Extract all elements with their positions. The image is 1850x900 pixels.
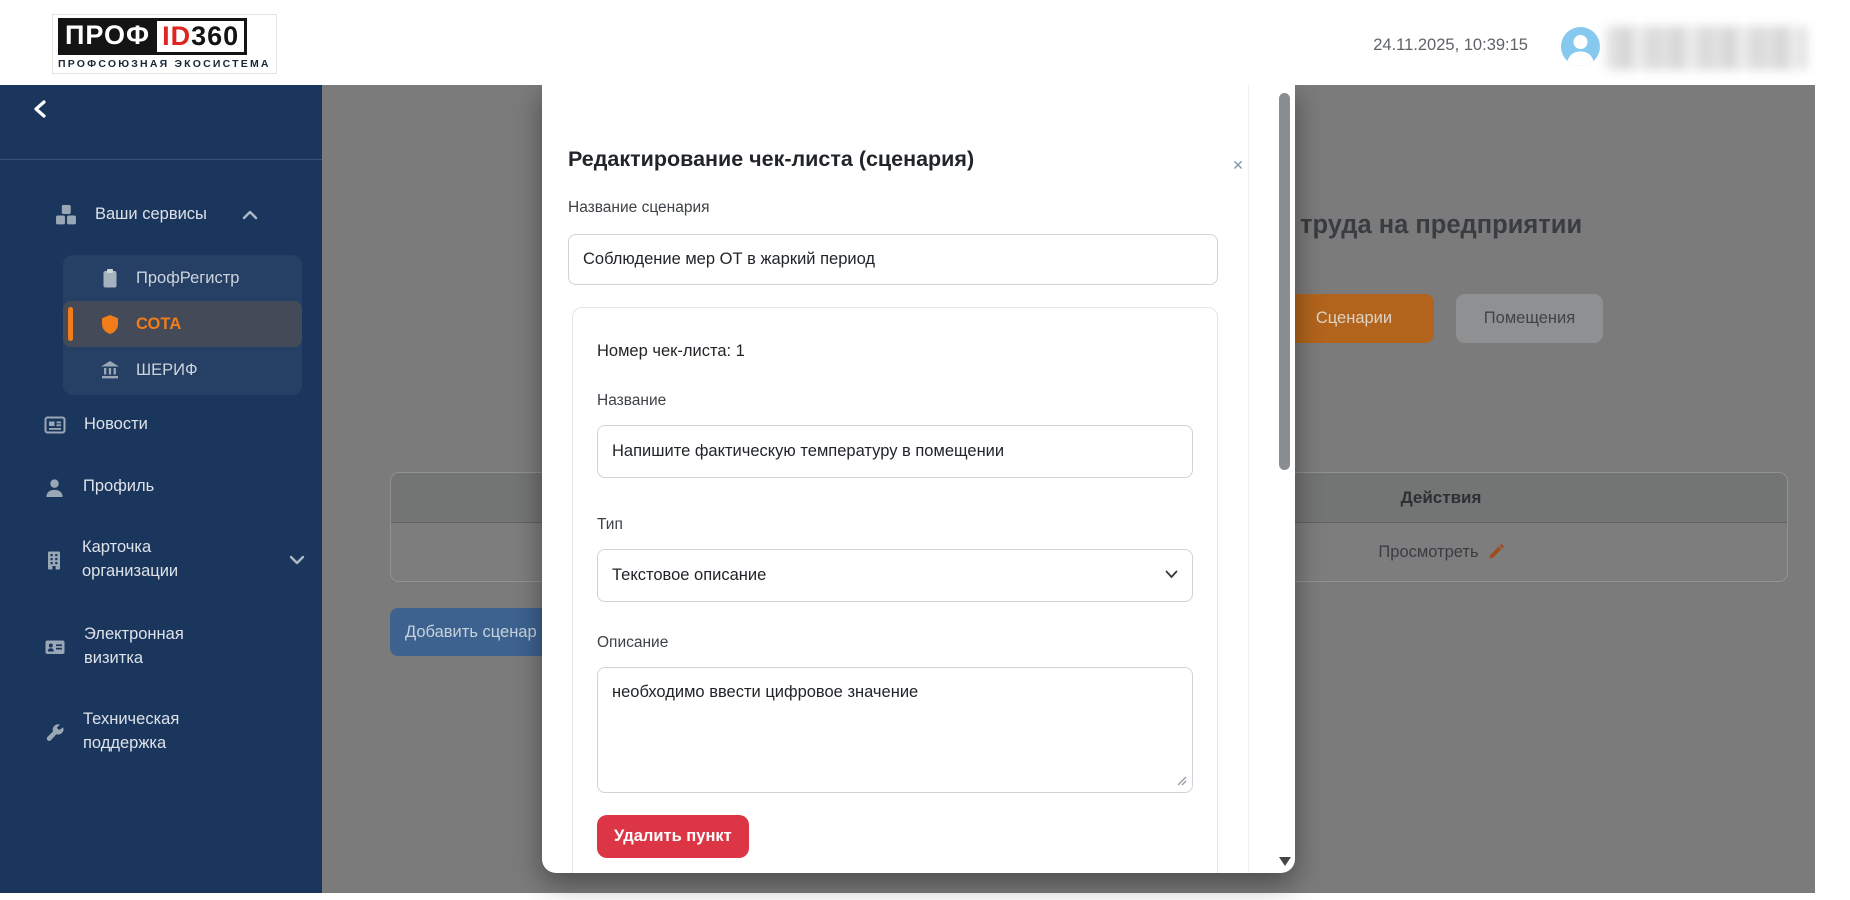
- modal-scroll-divider: [1248, 85, 1249, 873]
- sidebar-item-label: ШЕРИФ: [136, 360, 198, 379]
- modal-scrollbar-thumb[interactable]: [1279, 93, 1290, 470]
- person-icon: [1567, 35, 1594, 66]
- screen: ПРОФ ID 360 ПРОФСОЮЗНАЯ ЭКОСИСТЕМА 24.11.…: [0, 0, 1850, 900]
- active-indicator-bar: [68, 307, 73, 341]
- sidebar-item-label: Техническая поддержка: [83, 710, 180, 752]
- checklist-item-card: Номер чек-листа: 1 Название Тип Текстово…: [572, 307, 1218, 873]
- clipboard-icon: [103, 268, 117, 287]
- services-icon: [56, 205, 76, 225]
- app-header: ПРОФ ID 360 ПРОФСОЮЗНАЯ ЭКОСИСТЕМА 24.11.…: [0, 0, 1850, 85]
- sidebar-item-news[interactable]: Новости: [44, 407, 148, 443]
- item-type-selected-value: Текстовое описание: [612, 566, 767, 584]
- page-title: труда на предприятии: [1300, 211, 1583, 239]
- sidebar-item-e-business-card[interactable]: Электронная визитка: [44, 619, 214, 675]
- item-name-label: Название: [597, 392, 667, 409]
- chevron-down-icon: [289, 555, 305, 565]
- add-scenario-button[interactable]: Добавить сценар: [390, 608, 567, 656]
- item-type-select[interactable]: Текстовое описание: [597, 549, 1193, 602]
- sidebar-item-tech-support[interactable]: Техническая поддержка: [44, 704, 213, 760]
- logo-tagline: ПРОФСОЮЗНАЯ ЭКОСИСТЕМА: [58, 58, 271, 70]
- item-description-textarea[interactable]: необходимо ввести цифровое значение: [597, 667, 1193, 793]
- sidebar-collapse-button[interactable]: [28, 97, 54, 123]
- sidebar-item-sota[interactable]: СОТА: [63, 301, 302, 347]
- resize-grip-icon[interactable]: [1175, 774, 1187, 786]
- sidebar: Ваши сервисы ПрофРегистр СОТА ШЕРИФ Ново…: [0, 85, 322, 893]
- sidebar-item-profregistr[interactable]: ПрофРегистр: [63, 255, 302, 301]
- view-action-label: Просмотреть: [1378, 542, 1479, 561]
- sidebar-item-label: Профиль: [83, 477, 155, 496]
- modal-close-button[interactable]: ✕: [1228, 155, 1248, 175]
- pencil-icon: [1488, 543, 1504, 559]
- logo-wordmark: ПРОФ ID 360: [58, 18, 271, 55]
- sidebar-item-sherif[interactable]: ШЕРИФ: [63, 347, 302, 393]
- item-type-label: Тип: [597, 516, 623, 533]
- item-description-label: Описание: [597, 634, 669, 651]
- sidebar-item-org-card[interactable]: Карточка организации: [44, 532, 306, 588]
- shield-icon: [102, 314, 118, 334]
- column-header-actions: Действия: [1400, 488, 1482, 507]
- tab-rooms[interactable]: Помещения: [1456, 294, 1603, 343]
- sidebar-item-label: Новости: [84, 415, 148, 434]
- wrench-icon: [46, 723, 64, 741]
- datetime-text: 24.11.2025, 10:39:15: [1373, 36, 1528, 54]
- sidebar-item-profile[interactable]: Профиль: [44, 469, 154, 505]
- chevron-down-icon: [1165, 570, 1178, 578]
- modal-title: Редактирование чек-листа (сценария): [568, 147, 975, 171]
- user-name-redacted: [1606, 26, 1807, 70]
- chevron-up-icon: [242, 210, 258, 220]
- building-icon: [48, 551, 60, 569]
- item-name-input[interactable]: [597, 425, 1193, 478]
- services-submenu: ПрофРегистр СОТА ШЕРИФ: [63, 255, 302, 395]
- sidebar-item-services[interactable]: Ваши сервисы: [55, 197, 259, 233]
- logo[interactable]: ПРОФ ID 360 ПРОФСОЮЗНАЯ ЭКОСИСТЕМА: [52, 14, 277, 74]
- sidebar-divider: [0, 159, 322, 160]
- scenario-name-input[interactable]: [568, 234, 1218, 285]
- logo-id-segment: ID: [162, 21, 192, 51]
- scenario-name-label: Название сценария: [568, 199, 710, 216]
- delete-item-button[interactable]: Удалить пункт: [597, 815, 749, 858]
- sidebar-item-label: Карточка организации: [82, 538, 179, 580]
- checklist-number-text: Номер чек-листа: 1: [597, 342, 745, 360]
- tab-scenarios[interactable]: Сценарии: [1274, 294, 1434, 343]
- news-icon: [44, 416, 66, 434]
- logo-360-segment: 360: [191, 21, 240, 51]
- sidebar-item-label: ПрофРегистр: [136, 268, 240, 287]
- view-action-link[interactable]: Просмотреть: [1291, 523, 1591, 581]
- sidebar-item-label: СОТА: [136, 314, 182, 333]
- sidebar-item-label: Ваши сервисы: [95, 205, 207, 224]
- logo-prof-segment: ПРОФ: [58, 18, 158, 55]
- scroll-down-arrow-icon[interactable]: [1279, 857, 1291, 866]
- user-avatar[interactable]: [1561, 27, 1600, 66]
- bank-icon: [101, 361, 119, 379]
- chevron-left-icon: [34, 99, 46, 118]
- id-card-icon: [45, 640, 65, 654]
- sidebar-item-label: Электронная визитка: [84, 625, 184, 667]
- edit-checklist-modal: Редактирование чек-листа (сценария) ✕ На…: [542, 85, 1295, 873]
- person-icon: [46, 478, 63, 497]
